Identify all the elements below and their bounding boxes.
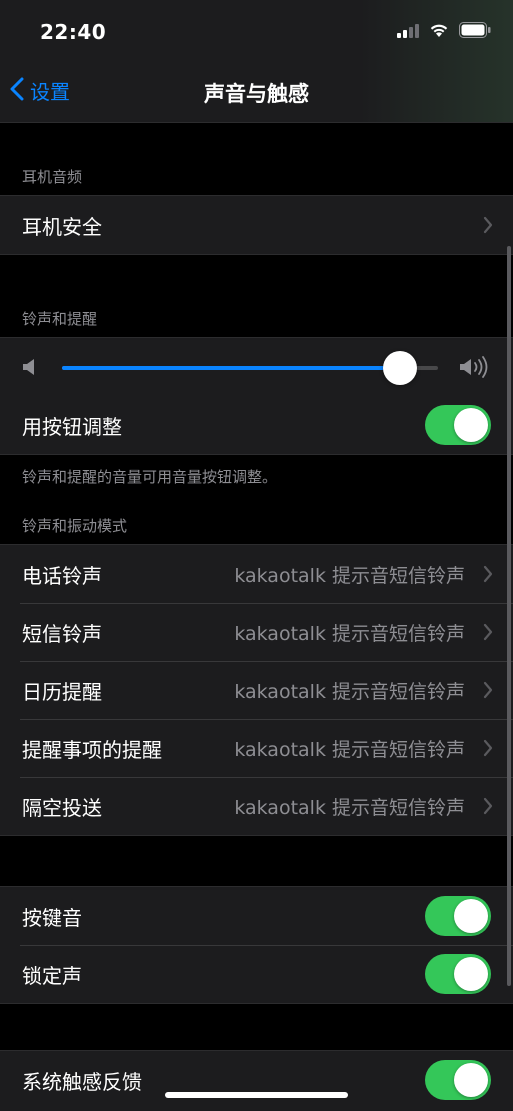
haptics-group: 系统触感反馈 [0,1050,513,1111]
toggle-knob [454,899,488,933]
row-ringtone[interactable]: 电话铃声 kakaotalk 提示音短信铃声 [0,545,513,603]
row-headphone-safety[interactable]: 耳机安全 [0,196,513,254]
row-label: 按键音 [22,905,82,930]
row-value: kakaotalk 提示音短信铃声 [234,622,465,645]
chevron-right-icon [483,623,493,645]
adjust-with-buttons-toggle[interactable] [425,405,491,445]
keyboard-lock-group: 按键音 锁定声 [0,886,513,1004]
lock-sound-toggle[interactable] [425,954,491,994]
row-label: 耳机安全 [22,214,102,239]
system-haptics-toggle[interactable] [425,1060,491,1100]
scroll-indicator[interactable] [507,246,511,986]
row-label: 隔空投送 [22,795,102,820]
chevron-right-icon [483,681,493,703]
row-calendar-alerts[interactable]: 日历提醒 kakaotalk 提示音短信铃声 [0,661,513,719]
system-icons [397,22,491,42]
row-airdrop[interactable]: 隔空投送 kakaotalk 提示音短信铃声 [0,777,513,835]
row-system-haptics: 系统触感反馈 [0,1051,513,1109]
volume-slider[interactable] [62,351,438,385]
status-bar: 22:40 [0,0,513,62]
row-label: 电话铃声 [22,563,102,588]
section-header-ringer: 铃声和提醒 [22,310,98,328]
headphone-group: 耳机安全 [0,195,513,255]
row-reminder-alerts[interactable]: 提醒事项的提醒 kakaotalk 提示音短信铃声 [0,719,513,777]
chevron-right-icon [483,216,493,238]
toggle-knob [454,408,488,442]
navigation-bar: 设置 声音与触感 [0,62,513,123]
row-label: 短信铃声 [22,621,102,646]
page-title: 声音与触感 [204,82,309,106]
chevron-right-icon [483,739,493,761]
row-value: kakaotalk 提示音短信铃声 [234,738,465,761]
row-adjust-with-buttons: 用按钮调整 [0,396,513,454]
toggle-knob [454,1063,488,1097]
status-time: 22:40 [40,20,107,44]
home-indicator[interactable] [165,1092,348,1098]
row-label: 用按钮调整 [22,414,122,439]
volume-slider-thumb[interactable] [383,351,418,385]
row-label: 日历提醒 [22,679,102,704]
ringer-footer-note: 铃声和提醒的音量可用音量按钮调整。 [22,468,278,486]
keyboard-clicks-toggle[interactable] [425,896,491,936]
speaker-low-icon [22,357,38,381]
row-text-tone[interactable]: 短信铃声 kakaotalk 提示音短信铃声 [0,603,513,661]
row-value: kakaotalk 提示音短信铃声 [234,680,465,703]
toggle-knob [454,957,488,991]
row-lock-sound: 锁定声 [0,945,513,1003]
chevron-right-icon [483,565,493,587]
row-keyboard-clicks: 按键音 [0,887,513,945]
section-header-headphone: 耳机音频 [22,168,83,186]
chevron-right-icon [483,797,493,819]
wifi-icon [429,23,449,42]
volume-slider-row [0,338,513,396]
row-value: kakaotalk 提示音短信铃声 [234,796,465,819]
row-label: 系统触感反馈 [22,1069,142,1094]
sounds-group: 电话铃声 kakaotalk 提示音短信铃声 短信铃声 kakaotalk 提示… [0,544,513,836]
battery-icon [459,22,491,42]
row-label: 提醒事项的提醒 [22,737,162,762]
ringer-group: 用按钮调整 [0,337,513,455]
section-header-sounds: 铃声和振动模式 [22,517,128,535]
cellular-signal-icon [397,23,419,42]
speaker-high-icon [459,356,491,382]
row-value: kakaotalk 提示音短信铃声 [234,564,465,587]
volume-slider-fill [62,366,401,370]
row-label: 锁定声 [22,963,82,988]
